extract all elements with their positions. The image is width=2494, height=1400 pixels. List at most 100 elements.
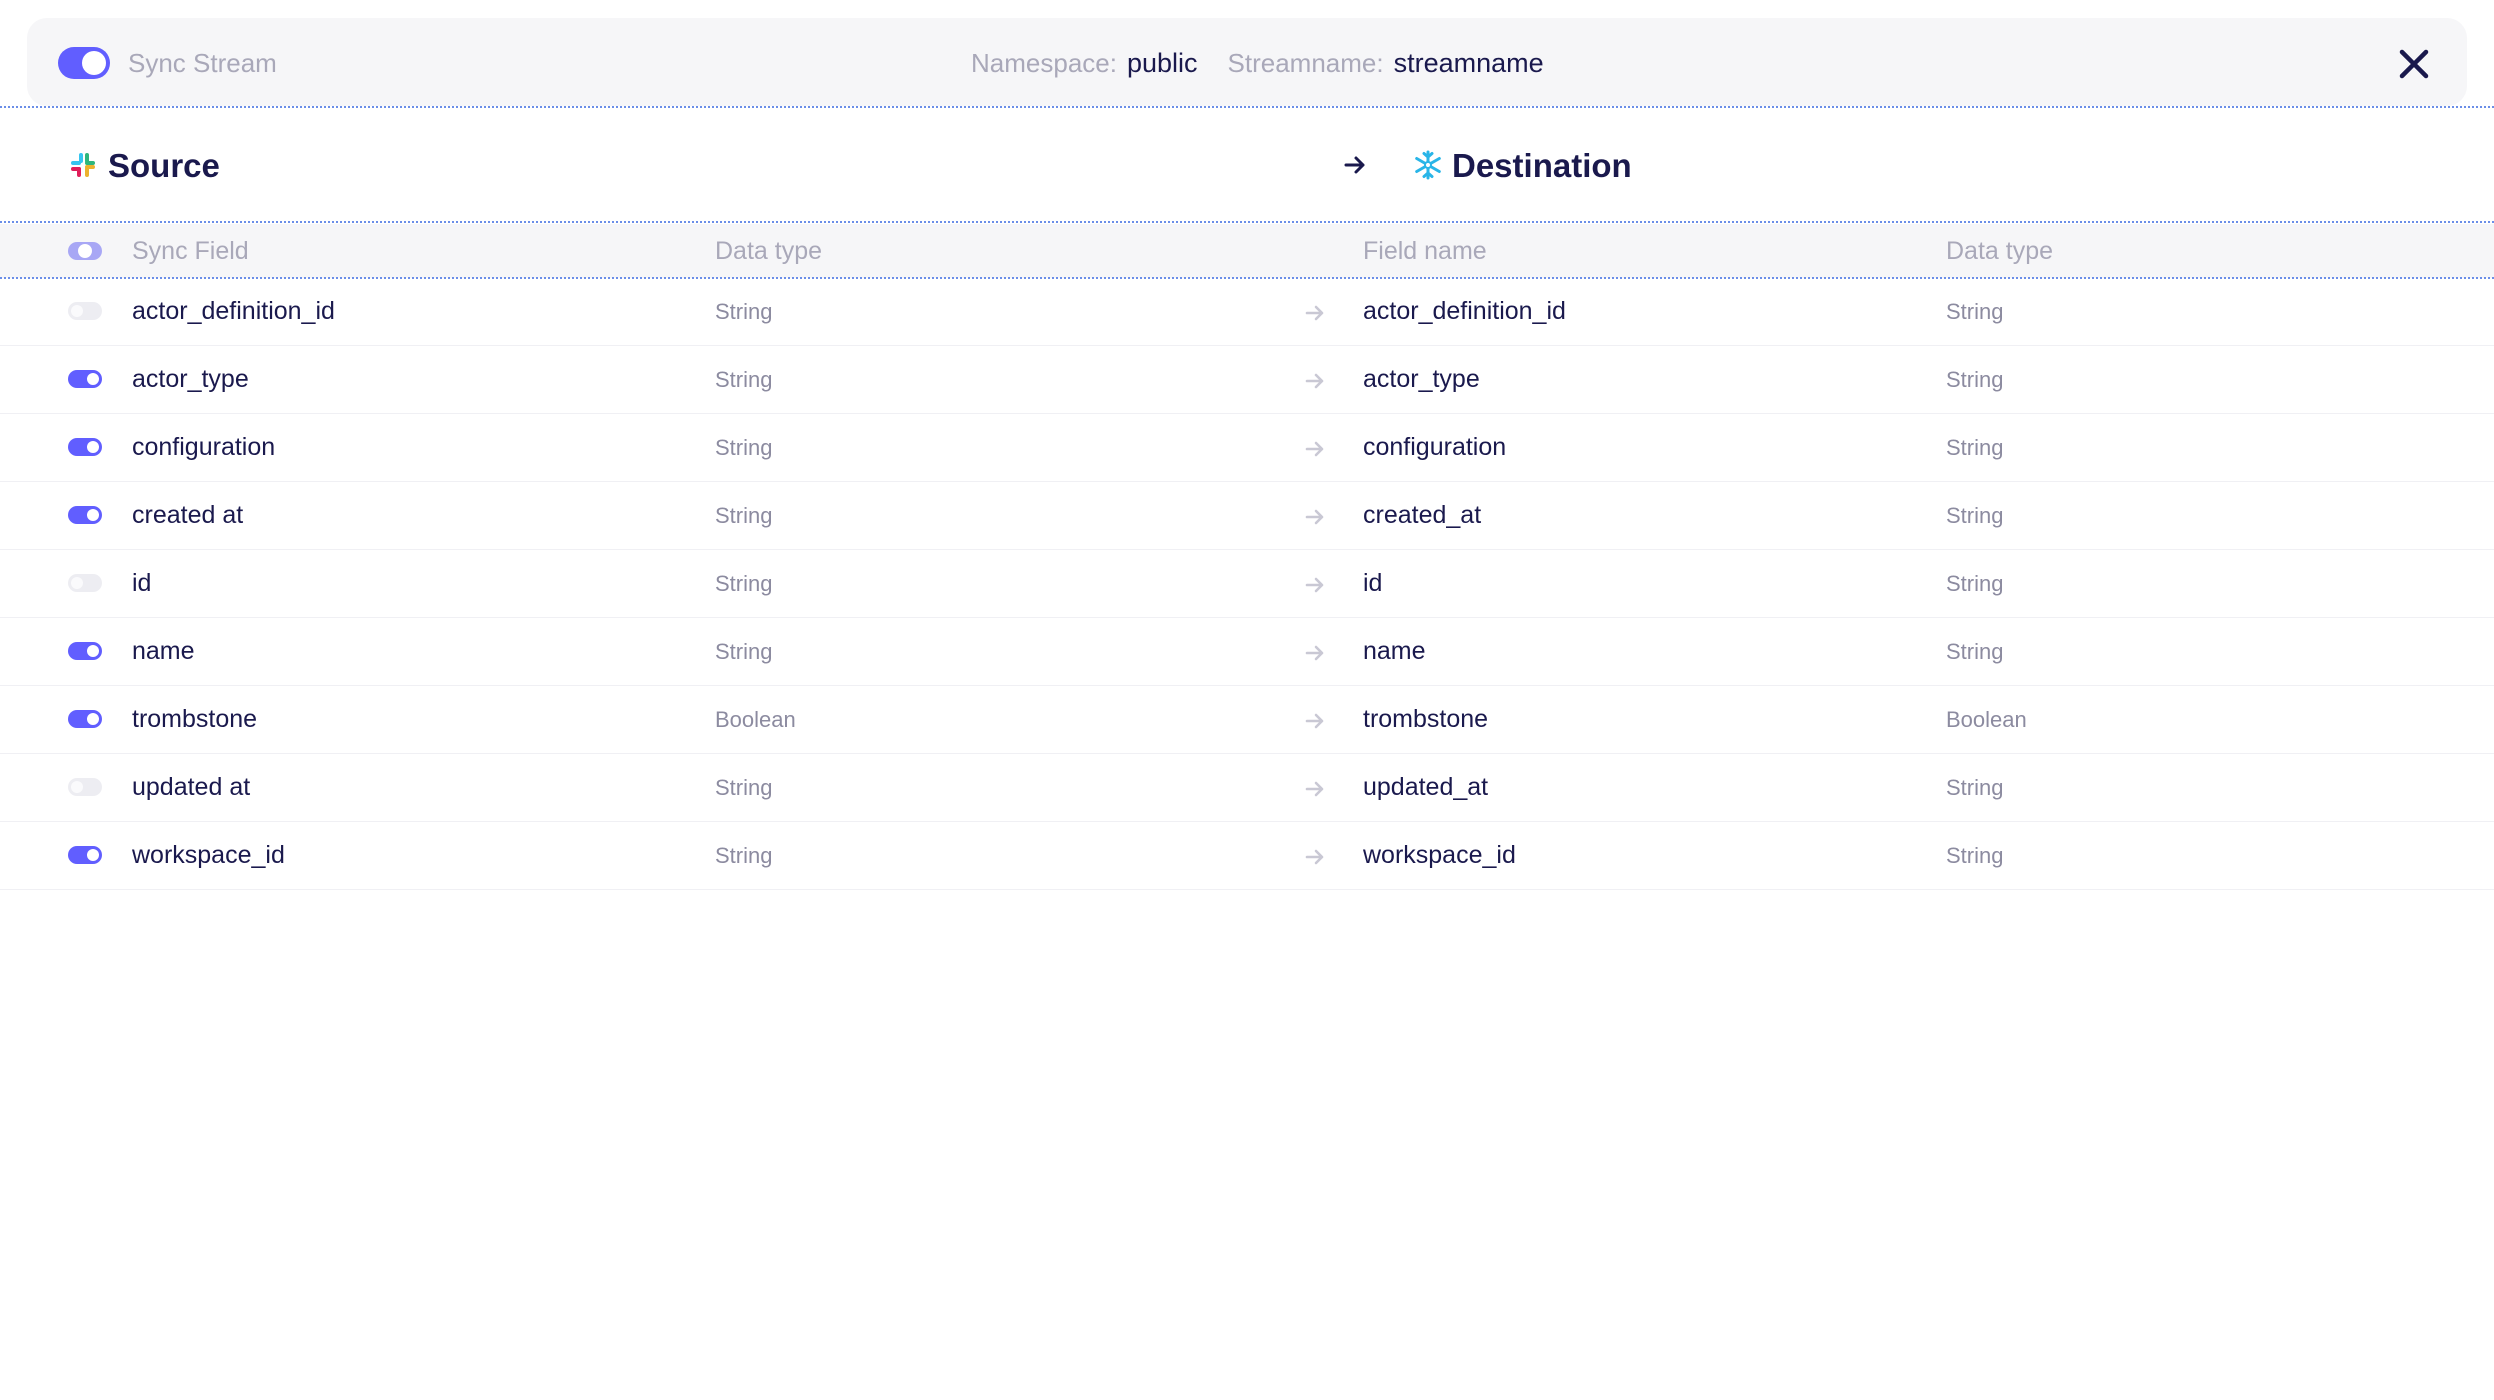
field-sync-toggle[interactable] — [68, 710, 102, 728]
toggle-knob — [71, 305, 83, 317]
streamname-label: Streamname: — [1227, 48, 1384, 78]
destination-data-type: String — [1946, 435, 2004, 460]
field-sync-toggle[interactable] — [68, 846, 102, 864]
toggle-knob — [71, 577, 83, 589]
toggle-switch[interactable] — [68, 438, 102, 456]
streamname-value: streamname — [1393, 48, 1544, 78]
toggle-knob — [82, 51, 106, 75]
table-row: created at String created_at String — [0, 482, 2494, 550]
source-data-type: String — [715, 435, 773, 460]
toggle-switch[interactable] — [68, 574, 102, 592]
toggle-knob — [87, 645, 99, 657]
destination-data-type: Boolean — [1946, 707, 2027, 732]
field-sync-toggle[interactable] — [68, 438, 102, 456]
source-field-name: name — [132, 637, 195, 665]
toggle-knob — [71, 781, 83, 793]
column-field-name: Field name — [1363, 237, 1487, 265]
destination-field-name: updated_at — [1363, 773, 1489, 801]
arrow-right-icon — [1305, 373, 1324, 389]
source-data-type: Boolean — [715, 707, 796, 732]
table-header: Sync Field Data type Field name Data typ… — [0, 224, 2494, 278]
destination-data-type: String — [1946, 503, 2004, 528]
table-row: actor_definition_id String actor_definit… — [0, 278, 2494, 346]
toggle-knob — [87, 713, 99, 725]
column-destination-data-type: Data type — [1946, 237, 2054, 265]
arrow-right-icon — [1305, 645, 1324, 661]
toggle-switch[interactable] — [68, 846, 102, 864]
destination-title: Destination — [1452, 147, 1632, 184]
arrow-right-icon — [1305, 305, 1324, 321]
source-field-name: actor_definition_id — [132, 297, 335, 325]
toggle-switch[interactable] — [68, 778, 102, 796]
field-sync-toggle[interactable] — [68, 302, 102, 320]
toggle-knob — [78, 244, 92, 258]
toggle-switch[interactable] — [68, 506, 102, 524]
source-field-name: created at — [132, 501, 244, 529]
sync-stream-toggle[interactable] — [58, 47, 110, 79]
toggle-knob — [87, 509, 99, 521]
toggle-knob — [87, 441, 99, 453]
field-table-body: actor_definition_id String actor_definit… — [0, 278, 2494, 890]
arrow-right-icon — [1305, 781, 1324, 797]
toggle-switch[interactable] — [68, 370, 102, 388]
destination-field-name: configuration — [1363, 433, 1507, 461]
source-data-type: String — [715, 503, 773, 528]
sync-all-toggle[interactable] — [68, 242, 102, 260]
toggle-switch[interactable] — [68, 302, 102, 320]
snowflake-icon — [1415, 150, 1441, 180]
column-sync-field: Sync Field — [132, 237, 249, 265]
source-data-type: String — [715, 775, 773, 800]
arrow-right-icon — [1305, 577, 1324, 593]
toggle-switch[interactable] — [68, 642, 102, 660]
namespace-label: Namespace: — [971, 48, 1117, 78]
destination-field-name: name — [1363, 637, 1426, 665]
table-row: trombstone Boolean trombstone Boolean — [0, 686, 2494, 754]
stream-header: Sync Stream Namespace: public Streamname: s… — [27, 18, 2467, 106]
arrow-right-icon — [1305, 849, 1324, 865]
source-data-type: String — [715, 639, 773, 664]
destination-field-name: id — [1363, 569, 1383, 597]
field-sync-toggle[interactable] — [68, 642, 102, 660]
toggle-switch[interactable] — [68, 710, 102, 728]
source-field-name: configuration — [132, 433, 276, 461]
table-row: actor_type String actor_type String — [0, 346, 2494, 414]
source-data-type: String — [715, 367, 773, 392]
field-sync-toggle[interactable] — [68, 506, 102, 524]
arrow-right-icon — [1305, 713, 1324, 729]
source-field-name: workspace_id — [132, 841, 285, 869]
table-row: id String id String — [0, 550, 2494, 618]
destination-field-name: created_at — [1363, 501, 1482, 529]
source-data-type: String — [715, 843, 773, 868]
connection-title-row: Source Destination — [0, 108, 2494, 220]
toggle-switch[interactable] — [68, 242, 102, 260]
table-row: workspace_id String workspace_id String — [0, 822, 2494, 890]
title-divider — [0, 221, 2494, 223]
destination-data-type: String — [1946, 843, 2004, 868]
slack-logo-icon — [71, 153, 95, 177]
source-field-name: updated at — [132, 773, 251, 801]
destination-field-name: workspace_id — [1363, 841, 1516, 869]
field-sync-toggle[interactable] — [68, 574, 102, 592]
source-field-name: actor_type — [132, 365, 249, 393]
source-title: Source — [108, 147, 220, 184]
stream-modal: Sync Stream Namespace: public Streamname: s… — [0, 0, 2494, 1400]
destination-data-type: String — [1946, 639, 2004, 664]
close-button[interactable] — [2394, 44, 2434, 84]
field-sync-toggle[interactable] — [68, 778, 102, 796]
toggle-switch[interactable] — [58, 47, 110, 79]
field-sync-toggle[interactable] — [68, 370, 102, 388]
close-icon — [2399, 49, 2429, 79]
destination-data-type: String — [1946, 571, 2004, 596]
toggle-knob — [87, 849, 99, 861]
toggle-knob — [87, 373, 99, 385]
destination-data-type: String — [1946, 367, 2004, 392]
sync-stream-label: Sync Stream — [128, 48, 277, 78]
table-row: configuration String configuration Strin… — [0, 414, 2494, 482]
source-field-name: id — [132, 569, 152, 597]
destination-field-name: actor_type — [1363, 365, 1480, 393]
source-field-name: trombstone — [132, 705, 258, 733]
arrow-right-icon — [1305, 441, 1324, 457]
destination-field-name: trombstone — [1363, 705, 1489, 733]
destination-data-type: String — [1946, 299, 2004, 324]
arrow-right-icon — [1305, 509, 1324, 525]
